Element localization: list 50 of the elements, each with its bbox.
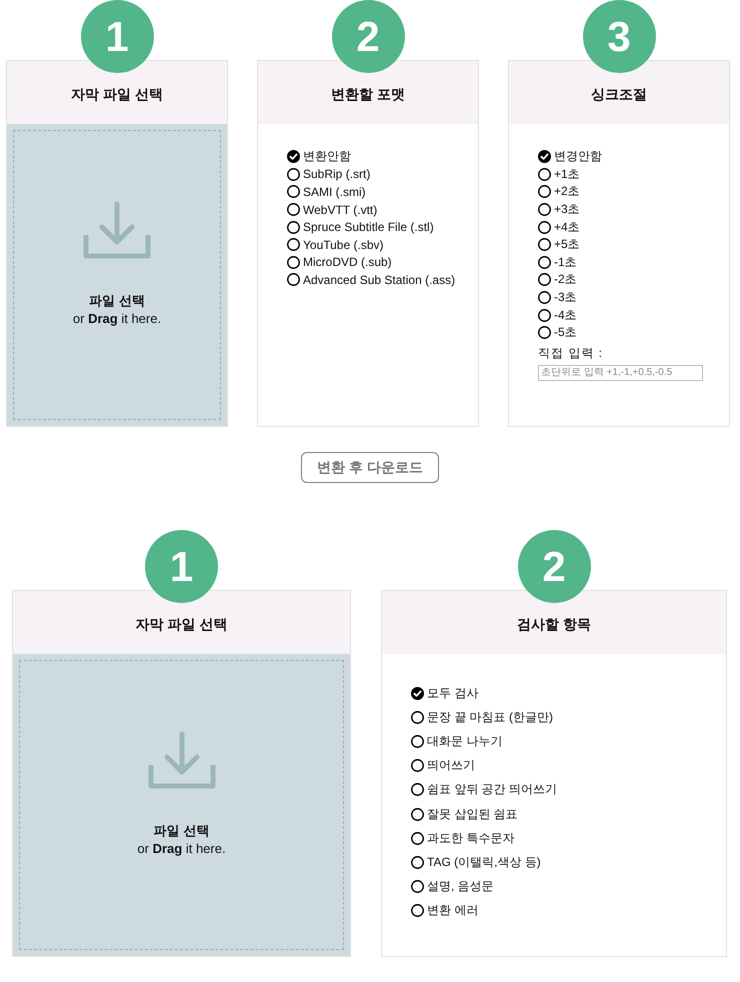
select-file-label[interactable]: 파일 선택 (154, 822, 210, 840)
radio-option[interactable]: -4초 (538, 306, 577, 324)
radio-option[interactable]: 모두 검사 (411, 681, 478, 706)
radio-option[interactable]: +3초 (538, 200, 580, 218)
step-number-badge: 1 (80, 0, 154, 73)
radio-option[interactable]: 변환 에러 (411, 898, 478, 923)
select-file-label[interactable]: 파일 선택 (89, 292, 145, 310)
file-drop-zone[interactable]: 파일 선택 or Drag it here. (7, 124, 227, 426)
step-number-badge: 2 (332, 0, 404, 73)
download-tray-icon (148, 730, 216, 788)
radio-option[interactable]: Advanced Sub Station (.ass) (287, 271, 456, 289)
radio-option[interactable]: -3초 (538, 288, 577, 306)
offset-input[interactable]: 초단위로 입력 +1,-1,+0.5,-0.5 (538, 364, 703, 381)
radio-option[interactable]: 변환안함 (287, 148, 351, 166)
radio-option[interactable]: MicroDVD (.sub) (287, 254, 392, 272)
radio-option[interactable]: 문장 끝 마침표 (한글만) (411, 705, 553, 730)
download-tray-icon (83, 200, 151, 258)
file-drop-zone[interactable]: 파일 선택 or Drag it here. (13, 654, 350, 956)
radio-option[interactable]: YouTube (.sbv) (287, 236, 384, 254)
direct-input-label: 직접 입력 : (538, 344, 604, 362)
card-title: 자막 파일 선택 (71, 86, 163, 104)
radio-option[interactable]: -1초 (538, 254, 577, 272)
radio-option[interactable]: -5초 (538, 324, 577, 342)
card-title: 싱크조절 (591, 86, 647, 104)
step-number-badge: 1 (145, 530, 218, 603)
radio-option[interactable]: 과도한 특수문자 (411, 826, 514, 850)
radio-option[interactable]: 잘못 삽입된 쉼표 (411, 802, 518, 826)
radio-option[interactable]: 설명, 음성문 (411, 874, 494, 899)
radio-option[interactable]: SubRip (.srt) (287, 166, 370, 184)
radio-option[interactable]: 쉼표 앞뒤 공간 띄어쓰기 (411, 778, 558, 802)
card-title: 변환할 포맷 (331, 86, 405, 104)
drag-hint-text: or Drag it here. (72, 310, 162, 328)
radio-option[interactable]: +2초 (538, 183, 580, 201)
radio-option[interactable]: TAG (이탤릭,색상 등) (411, 850, 541, 874)
radio-option[interactable]: 변경안함 (538, 148, 602, 166)
radio-option[interactable]: SAMI (.smi) (287, 183, 366, 201)
card-title: 자막 파일 선택 (136, 616, 228, 634)
radio-option[interactable]: Spruce Subtitle File (.stl) (287, 218, 434, 236)
radio-option[interactable]: -2초 (538, 271, 577, 289)
radio-option[interactable]: +4초 (538, 218, 580, 236)
step-number-badge: 2 (518, 530, 590, 603)
convert-download-button[interactable]: 변환 후 다운로드 (301, 452, 439, 483)
radio-option[interactable]: +1초 (538, 166, 580, 184)
card-title: 검사할 항목 (517, 616, 591, 634)
drag-hint-text: or Drag it here. (137, 840, 226, 858)
radio-option[interactable]: 대화문 나누기 (411, 729, 502, 754)
radio-option[interactable]: +5초 (538, 236, 580, 254)
radio-option[interactable]: WebVTT (.vtt) (287, 200, 378, 218)
step-number-badge: 3 (582, 0, 656, 73)
radio-option[interactable]: 띄어쓰기 (411, 754, 475, 778)
